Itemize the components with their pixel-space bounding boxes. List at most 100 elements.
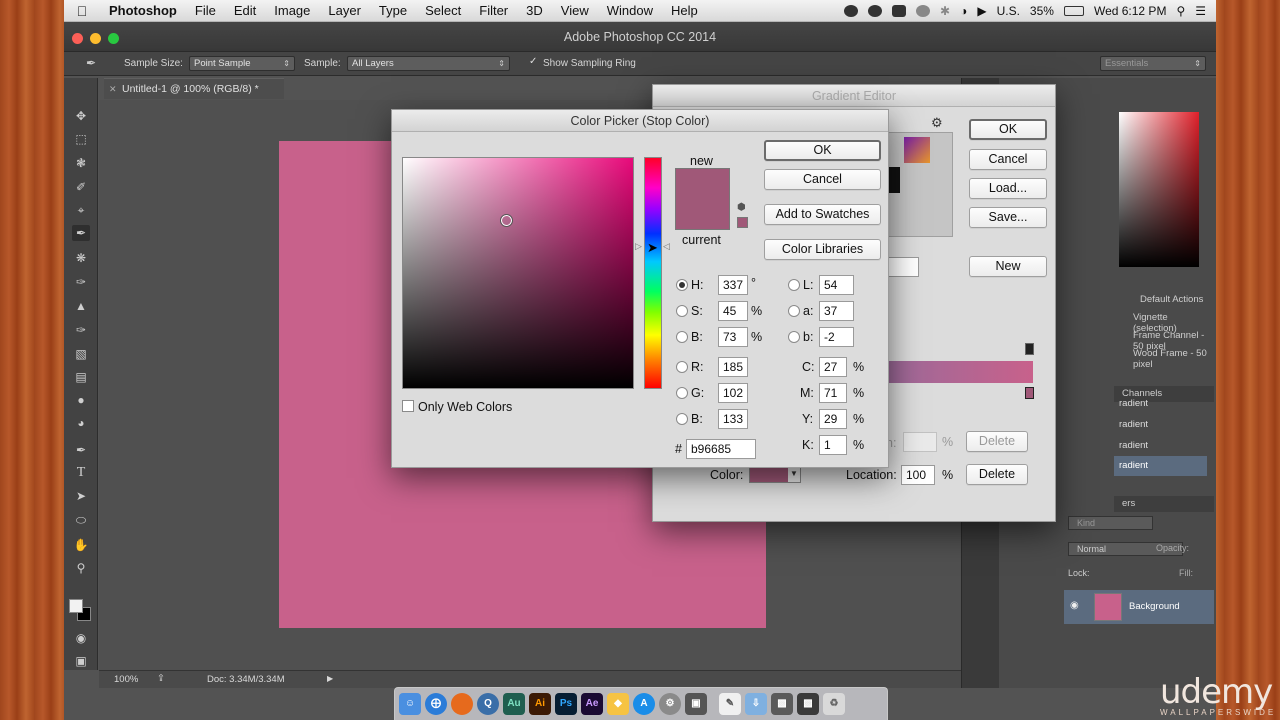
gradient-ok-button[interactable]: OK	[969, 119, 1047, 140]
gradient-new-button[interactable]: New	[969, 256, 1047, 277]
menu-window[interactable]: Window	[598, 3, 662, 18]
red-field[interactable]: 185	[718, 357, 748, 377]
spot-healing-tool-icon[interactable]: ❋	[72, 250, 90, 266]
move-tool-icon[interactable]: ✥	[72, 108, 90, 124]
brightness-field[interactable]: 73	[718, 327, 748, 347]
gradient-save-button[interactable]: Save...	[969, 207, 1047, 228]
brush-tool-icon[interactable]: ✑	[72, 274, 90, 290]
document-tab[interactable]: ✕ Untitled-1 @ 100% (RGB/8) *	[104, 78, 284, 99]
history-brush-tool-icon[interactable]: ✑	[72, 322, 90, 338]
lab-b-field[interactable]: -2	[819, 327, 854, 347]
presets-gear-icon[interactable]: ⚙	[931, 115, 943, 131]
color-picker-cancel-button[interactable]: Cancel	[764, 169, 881, 190]
type-tool-icon[interactable]: T	[72, 465, 90, 481]
sketch-icon[interactable]: ◆	[607, 693, 629, 715]
menu-type[interactable]: Type	[370, 3, 416, 18]
quick-selection-tool-icon[interactable]: ✐	[72, 179, 90, 195]
foreground-color-swatch[interactable]	[69, 599, 83, 613]
blur-tool-icon[interactable]: ●	[72, 392, 90, 408]
color-field-cursor[interactable]	[500, 214, 513, 227]
spotlight-search-icon[interactable]: ⚲	[1176, 4, 1185, 18]
folder-stack-icon[interactable]: ▩	[797, 693, 819, 715]
menu-app-name[interactable]: Photoshop	[100, 3, 186, 18]
path-selection-tool-icon[interactable]: ➤	[72, 488, 90, 504]
stop-location-field[interactable]: 100	[901, 465, 935, 485]
opacity-stop-icon[interactable]	[1025, 343, 1034, 355]
eyedropper-tool-icon[interactable]: ✒	[72, 225, 90, 241]
crop-tool-icon[interactable]: ⌖	[72, 202, 90, 218]
menu-select[interactable]: Select	[416, 3, 470, 18]
cyan-field[interactable]: 27	[819, 357, 847, 377]
volume-icon[interactable]: ▶	[977, 4, 986, 18]
layer-kind-filter[interactable]: Kind	[1068, 516, 1153, 530]
sample-select[interactable]: All Layers ⇕	[347, 56, 510, 71]
web-safe-swatch[interactable]	[737, 217, 748, 228]
lab-a-field[interactable]: 37	[819, 301, 854, 321]
screen-mode-icon[interactable]: ▣	[72, 653, 90, 669]
gradient-tool-icon[interactable]: ▤	[72, 369, 90, 385]
battery-icon[interactable]	[1063, 5, 1084, 16]
pen-tool-icon[interactable]: ✒	[72, 442, 90, 458]
layers-panel-header[interactable]: ers	[1114, 496, 1214, 512]
illustrator-icon[interactable]: Ai	[529, 693, 551, 715]
gradient-load-button[interactable]: Load...	[969, 178, 1047, 199]
layer-row-background[interactable]: ◉ Background	[1064, 590, 1214, 624]
lab-l-field[interactable]: 54	[819, 275, 854, 295]
menu-view[interactable]: View	[552, 3, 598, 18]
workspace-select[interactable]: Essentials ⇕	[1100, 56, 1206, 71]
app-store-icon[interactable]: A	[633, 693, 655, 715]
channel-item[interactable]: radient	[1119, 398, 1148, 409]
brightness-radio[interactable]	[676, 331, 688, 343]
gradient-ramp[interactable]	[887, 361, 1033, 383]
battery-percent[interactable]: 35%	[1030, 4, 1054, 18]
saturation-radio[interactable]	[676, 305, 688, 317]
gradient-name-field[interactable]	[887, 257, 919, 277]
zoom-level[interactable]: 100%	[114, 674, 138, 685]
hand-tool-icon[interactable]: ✋	[72, 537, 90, 553]
zoom-tool-icon[interactable]: ⚲	[72, 560, 90, 576]
bluetooth-icon[interactable]: ✱	[940, 4, 950, 18]
green-field[interactable]: 102	[718, 383, 748, 403]
quick-mask-icon[interactable]: ◉	[72, 630, 90, 646]
lab-a-radio[interactable]	[788, 305, 800, 317]
black-field[interactable]: 1	[819, 435, 847, 455]
color-libraries-button[interactable]: Color Libraries	[764, 239, 881, 260]
color-picker-ok-button[interactable]: OK	[764, 140, 881, 161]
channel-item[interactable]: radient	[1119, 419, 1148, 430]
minimize-window-button[interactable]	[90, 33, 101, 44]
ellipse-tool-icon[interactable]: ⬭	[72, 512, 90, 528]
notification-center-icon[interactable]: ☰	[1195, 4, 1206, 18]
wifi-icon[interactable]: ◑	[960, 4, 967, 18]
quicktime-icon[interactable]: Q	[477, 693, 499, 715]
add-to-swatches-button[interactable]: Add to Swatches	[764, 204, 881, 225]
color-field[interactable]	[402, 157, 634, 389]
trash-icon[interactable]: ♻	[823, 693, 845, 715]
hue-slider-left-arrow-icon[interactable]: ▷	[635, 241, 642, 252]
color-stop-icon[interactable]	[1025, 387, 1034, 399]
documents-stack-icon[interactable]: ▩	[771, 693, 793, 715]
hue-slider-right-arrow-icon[interactable]: ◁	[663, 241, 670, 252]
menu-layer[interactable]: Layer	[319, 3, 370, 18]
menu-file[interactable]: File	[186, 3, 225, 18]
layer-visibility-eye-icon[interactable]: ◉	[1070, 600, 1079, 611]
downloads-folder-icon[interactable]: ⇩	[745, 693, 767, 715]
only-web-colors-checkbox[interactable]	[402, 400, 414, 412]
finder-icon[interactable]: ☺	[399, 693, 421, 715]
safari-icon[interactable]: ⨁	[425, 693, 447, 715]
hue-slider[interactable]	[644, 157, 662, 389]
firefox-icon[interactable]	[451, 693, 473, 715]
layer-name[interactable]: Background	[1129, 601, 1180, 612]
stop-delete-button[interactable]: Delete	[966, 464, 1028, 485]
sample-size-select[interactable]: Point Sample ⇕	[189, 56, 295, 71]
screen-recorder-icon[interactable]	[844, 4, 859, 17]
dodge-tool-icon[interactable]: ◕	[72, 415, 90, 431]
action-wood-frame[interactable]: Wood Frame - 50 pixel	[1133, 348, 1209, 370]
gradient-cancel-button[interactable]: Cancel	[969, 149, 1047, 170]
menu-3d[interactable]: 3D	[517, 3, 552, 18]
clock[interactable]: Wed 6:12 PM	[1094, 4, 1166, 18]
menu-image[interactable]: Image	[265, 3, 319, 18]
saturation-field[interactable]: 45	[718, 301, 748, 321]
close-tab-icon[interactable]: ✕	[109, 79, 117, 100]
time-machine-icon[interactable]	[916, 4, 931, 17]
close-window-button[interactable]	[72, 33, 83, 44]
